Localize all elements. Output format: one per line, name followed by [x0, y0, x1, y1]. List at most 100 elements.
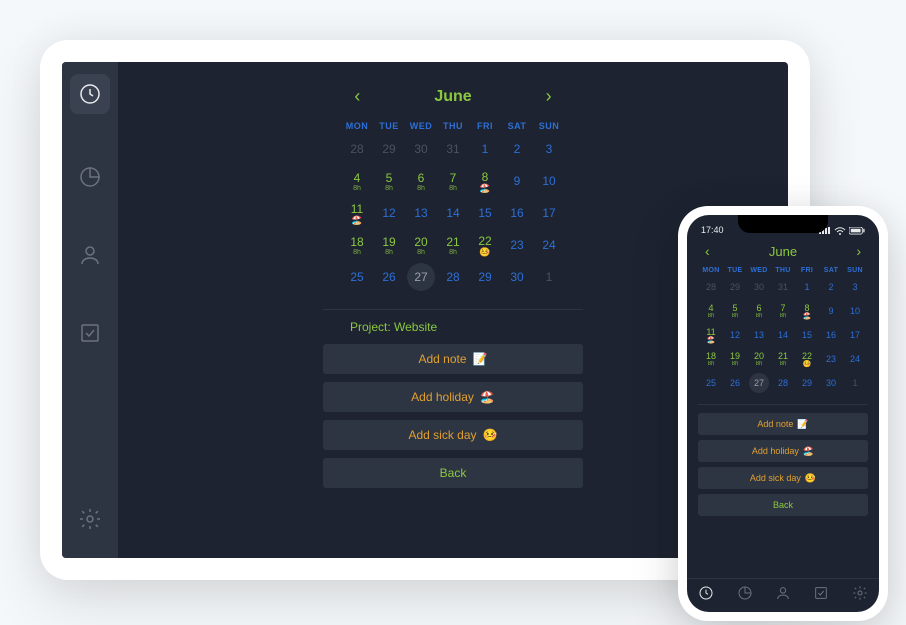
checkbox-icon: [813, 585, 829, 601]
calendar-day[interactable]: 28: [771, 372, 795, 394]
calendar-day[interactable]: 17: [843, 324, 867, 346]
calendar-day[interactable]: 208h: [405, 231, 437, 259]
next-month-button[interactable]: ›: [546, 86, 552, 107]
calendar-day[interactable]: 28: [699, 276, 723, 298]
calendar-day[interactable]: 2: [501, 135, 533, 163]
phone-add-note-button[interactable]: Add note 📝: [698, 413, 868, 435]
calendar-day[interactable]: 15: [795, 324, 819, 346]
calendar-day[interactable]: 10: [843, 300, 867, 322]
sidebar-item-settings[interactable]: [75, 504, 105, 534]
calendar-day[interactable]: 27: [749, 373, 769, 393]
phone-prev-month-button[interactable]: ‹: [705, 243, 710, 259]
calendar-day[interactable]: 198h: [723, 348, 747, 370]
calendar-day[interactable]: 13: [747, 324, 771, 346]
calendar-day[interactable]: 2: [819, 276, 843, 298]
calendar-day[interactable]: 30: [747, 276, 771, 298]
calendar-day[interactable]: 15: [469, 199, 501, 227]
calendar-grid: MONTUEWEDTHUFRISATSUN2829303112348h58h68…: [341, 121, 565, 291]
calendar-day[interactable]: 29: [469, 263, 501, 291]
phone-back-button[interactable]: Back: [698, 494, 868, 516]
calendar-day[interactable]: 1: [843, 372, 867, 394]
calendar-day[interactable]: 27: [407, 263, 435, 291]
phone-add-holiday-button[interactable]: Add holiday 🏖️: [698, 440, 868, 462]
calendar-day[interactable]: 29: [795, 372, 819, 394]
calendar-day[interactable]: 30: [501, 263, 533, 291]
calendar-day[interactable]: 23: [501, 231, 533, 259]
calendar-day[interactable]: 218h: [437, 231, 469, 259]
calendar-day[interactable]: 58h: [723, 300, 747, 322]
calendar-day[interactable]: 198h: [373, 231, 405, 259]
sidebar-item-reports[interactable]: [75, 162, 105, 192]
add-sick-day-button[interactable]: Add sick day 🤒: [323, 420, 583, 450]
project-label: Project: Website: [350, 320, 437, 334]
calendar-day[interactable]: 208h: [747, 348, 771, 370]
calendar-day[interactable]: 31: [771, 276, 795, 298]
calendar-day[interactable]: 9: [819, 300, 843, 322]
calendar-day[interactable]: 16: [501, 199, 533, 227]
phone-add-sick-day-button[interactable]: Add sick day 🤒: [698, 467, 868, 489]
tabbar-item-settings[interactable]: [852, 585, 868, 606]
calendar-day[interactable]: 8🏖️: [469, 167, 501, 195]
calendar-day[interactable]: 30: [819, 372, 843, 394]
calendar-day[interactable]: 78h: [437, 167, 469, 195]
phone-next-month-button[interactable]: ›: [856, 243, 861, 259]
calendar-day[interactable]: 11🏖️: [699, 324, 723, 346]
back-button[interactable]: Back: [323, 458, 583, 488]
calendar-day[interactable]: 3: [843, 276, 867, 298]
calendar-day[interactable]: 11🏖️: [341, 199, 373, 227]
calendar-day[interactable]: 28: [341, 135, 373, 163]
calendar-day[interactable]: 28: [437, 263, 469, 291]
calendar-day[interactable]: 12: [373, 199, 405, 227]
calendar-day[interactable]: 10: [533, 167, 565, 195]
calendar-day[interactable]: 188h: [341, 231, 373, 259]
calendar-day[interactable]: 3: [533, 135, 565, 163]
calendar-day[interactable]: 9: [501, 167, 533, 195]
gear-icon: [78, 507, 102, 531]
calendar-day[interactable]: 48h: [699, 300, 723, 322]
calendar-day[interactable]: 218h: [771, 348, 795, 370]
calendar-day[interactable]: 26: [723, 372, 747, 394]
calendar-day[interactable]: 1: [469, 135, 501, 163]
calendar-day[interactable]: 68h: [747, 300, 771, 322]
calendar-day[interactable]: 14: [771, 324, 795, 346]
calendar-day[interactable]: 29: [723, 276, 747, 298]
calendar-day[interactable]: 23: [819, 348, 843, 370]
calendar-day[interactable]: 14: [437, 199, 469, 227]
calendar-day[interactable]: 24: [843, 348, 867, 370]
calendar-day[interactable]: 16: [819, 324, 843, 346]
calendar-day[interactable]: 30: [405, 135, 437, 163]
calendar-day[interactable]: 25: [699, 372, 723, 394]
calendar-day[interactable]: 48h: [341, 167, 373, 195]
tabbar-item-people[interactable]: [775, 585, 791, 606]
calendar-day[interactable]: 26: [373, 263, 405, 291]
calendar-day[interactable]: 78h: [771, 300, 795, 322]
calendar-day[interactable]: 22🤒: [469, 231, 501, 259]
tabbar-item-time[interactable]: [698, 585, 714, 606]
tabbar-item-reports[interactable]: [737, 585, 753, 606]
calendar-day[interactable]: 22🤒: [795, 348, 819, 370]
tabbar-item-tasks[interactable]: [813, 585, 829, 606]
add-holiday-button[interactable]: Add holiday 🏖️: [323, 382, 583, 412]
sidebar-item-tasks[interactable]: [75, 318, 105, 348]
calendar-day[interactable]: 24: [533, 231, 565, 259]
calendar-day[interactable]: 29: [373, 135, 405, 163]
weekday-header: WED: [747, 267, 771, 274]
prev-month-button[interactable]: ‹: [354, 86, 360, 107]
calendar-day[interactable]: 31: [437, 135, 469, 163]
calendar-day[interactable]: 58h: [373, 167, 405, 195]
calendar-day[interactable]: 12: [723, 324, 747, 346]
calendar-day[interactable]: 8🏖️: [795, 300, 819, 322]
calendar-day[interactable]: 188h: [699, 348, 723, 370]
calendar-day[interactable]: 1: [795, 276, 819, 298]
weekday-header: THU: [771, 267, 795, 274]
gear-icon: [852, 585, 868, 601]
calendar-day[interactable]: 17: [533, 199, 565, 227]
add-note-button[interactable]: Add note 📝: [323, 344, 583, 374]
sidebar-item-people[interactable]: [75, 240, 105, 270]
calendar-day[interactable]: 13: [405, 199, 437, 227]
sidebar-item-time[interactable]: [70, 74, 110, 114]
clock-icon: [698, 585, 714, 601]
calendar-day[interactable]: 68h: [405, 167, 437, 195]
calendar-day[interactable]: 25: [341, 263, 373, 291]
calendar-day[interactable]: 1: [533, 263, 565, 291]
